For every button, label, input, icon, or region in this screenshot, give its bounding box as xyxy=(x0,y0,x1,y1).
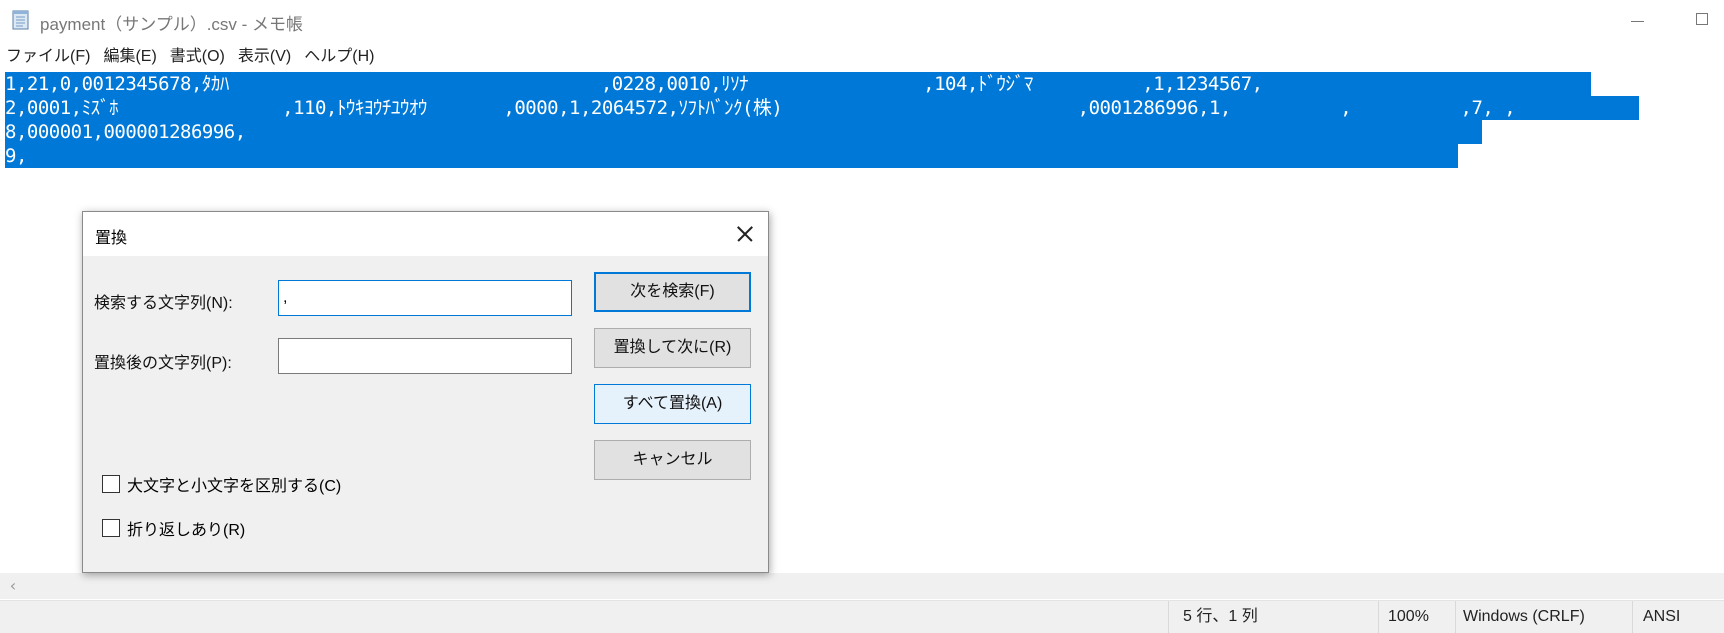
menu-bar: ファイル(F) 編集(E) 書式(O) 表示(V) ヘルプ(H) xyxy=(0,44,381,70)
wrap-around-option[interactable]: 折り返しあり(R) xyxy=(102,517,245,539)
cancel-button[interactable]: キャンセル xyxy=(594,440,751,480)
status-bar: 5 行、1 列 100% Windows (CRLF) ANSI xyxy=(0,600,1724,633)
replace-all-button[interactable]: すべて置換(A) xyxy=(594,384,751,424)
menu-edit[interactable]: 編集(E) xyxy=(97,44,163,70)
editor-line[interactable]: 8,000001,000001286996, xyxy=(5,120,1482,144)
minimize-button[interactable] xyxy=(1614,0,1660,42)
menu-file[interactable]: ファイル(F) xyxy=(0,44,97,70)
notepad-icon xyxy=(12,10,29,30)
menu-view[interactable]: 表示(V) xyxy=(232,44,298,70)
line-ending: Windows (CRLF) xyxy=(1463,608,1585,625)
horizontal-scrollbar[interactable]: ‹ xyxy=(0,573,1724,599)
editor-line[interactable]: 9, xyxy=(5,144,1458,168)
status-divider xyxy=(1455,601,1456,633)
find-label: 検索する文字列(N): xyxy=(94,295,233,312)
replace-dialog: 置換 検索する文字列(N): 置換後の文字列(P): 次を検索(F) 置換して次… xyxy=(82,211,769,573)
close-icon[interactable] xyxy=(720,212,768,256)
replace-next-button[interactable]: 置換して次に(R) xyxy=(594,328,751,368)
title-bar: payment（サンプル）.csv - メモ帳 xyxy=(0,0,1724,42)
replace-label: 置換後の文字列(P): xyxy=(94,355,232,372)
replace-input[interactable] xyxy=(278,338,572,374)
scroll-left-icon[interactable]: ‹ xyxy=(4,573,22,599)
match-case-checkbox[interactable] xyxy=(102,475,120,493)
zoom-level: 100% xyxy=(1388,608,1429,625)
dialog-title: 置換 xyxy=(95,230,128,247)
encoding: ANSI xyxy=(1643,608,1681,625)
wrap-around-checkbox[interactable] xyxy=(102,519,120,537)
cursor-position: 5 行、1 列 xyxy=(1183,608,1258,625)
maximize-button[interactable] xyxy=(1680,0,1724,42)
editor-line[interactable]: 2,0001,ﾐｽﾞﾎ ,110,ﾄｳｷﾖｳﾁﾕｳｵｳ ,0000,1,2064… xyxy=(5,96,1639,120)
status-divider xyxy=(1378,601,1379,633)
status-divider xyxy=(1168,601,1169,633)
find-input[interactable] xyxy=(278,280,572,316)
editor-line[interactable]: 1,21,0,0012345678,ﾀｶﾊ ,0228,0010,ﾘｿﾅ ,10… xyxy=(5,72,1591,96)
window-title: payment（サンプル）.csv - メモ帳 xyxy=(40,15,304,34)
find-next-button[interactable]: 次を検索(F) xyxy=(594,272,751,312)
match-case-label: 大文字と小文字を区別する(C) xyxy=(127,478,342,495)
menu-help[interactable]: ヘルプ(H) xyxy=(298,44,381,70)
menu-format[interactable]: 書式(O) xyxy=(164,44,232,70)
wrap-around-label: 折り返しあり(R) xyxy=(127,522,246,539)
status-divider xyxy=(1632,601,1633,633)
dialog-title-bar: 置換 xyxy=(83,212,768,256)
match-case-option[interactable]: 大文字と小文字を区別する(C) xyxy=(102,473,341,495)
